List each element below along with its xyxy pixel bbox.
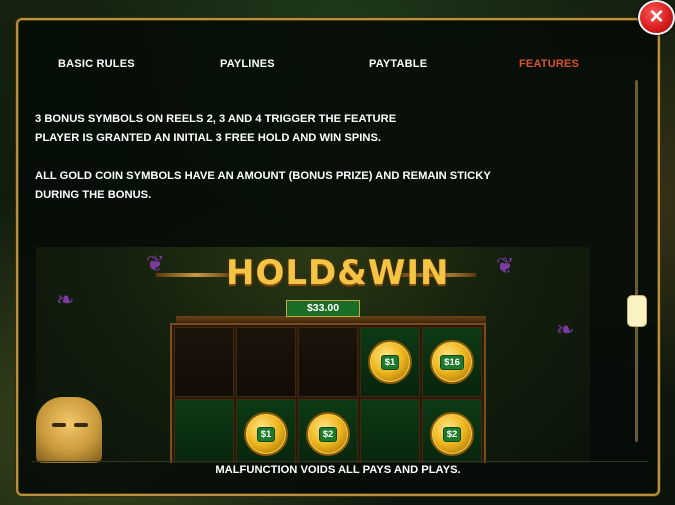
hold-and-win-illustration: ❦ ❦ ❧ ❧ HOLD&WIN $33.00 $1 $16 $1 $2 $2 — [36, 247, 590, 463]
reel-cell — [360, 399, 420, 463]
coin-rule-line: ALL GOLD COIN SYMBOLS HAVE AN AMOUNT (BO… — [35, 170, 491, 182]
reel-cell — [174, 399, 234, 463]
coin-value: $16 — [440, 354, 464, 370]
reel-cell: $16 — [422, 327, 482, 397]
gold-coin-icon: $2 — [430, 412, 474, 456]
coin-value: $1 — [380, 354, 400, 370]
tab-features[interactable]: FEATURES — [519, 58, 579, 70]
gold-coin-icon: $16 — [430, 340, 474, 384]
coin-value: $2 — [442, 426, 462, 442]
vine-decoration: ❦ — [496, 253, 515, 278]
tab-basic-rules[interactable]: BASIC RULES — [58, 58, 135, 70]
scrollbar-track[interactable] — [635, 80, 638, 442]
footer-divider — [32, 461, 648, 462]
rules-modal: BASIC RULES PAYLINES PAYTABLE FEATURES 3… — [16, 18, 660, 496]
feature-trigger-line: 3 BONUS SYMBOLS ON REELS 2, 3 AND 4 TRIG… — [35, 113, 397, 125]
tab-paytable[interactable]: PAYTABLE — [369, 58, 427, 70]
hold-and-win-logo: HOLD&WIN — [226, 253, 450, 293]
vine-decoration: ❧ — [56, 287, 75, 312]
reel-cell — [236, 327, 296, 397]
prize-display: $33.00 — [286, 300, 360, 317]
reel-cell: $1 — [236, 399, 296, 463]
gold-coin-icon: $2 — [306, 412, 350, 456]
vine-decoration: ❧ — [556, 317, 575, 342]
title-bar-left — [156, 273, 236, 277]
reel-cell: $2 — [298, 399, 358, 463]
reel-grid: $1 $16 $1 $2 $2 — [170, 323, 486, 463]
scrollbar-thumb[interactable] — [627, 295, 647, 327]
gold-coin-icon: $1 — [244, 412, 288, 456]
close-button[interactable]: × — [638, 0, 675, 35]
coin-value: $1 — [256, 426, 276, 442]
reel-cell: $2 — [422, 399, 482, 463]
features-text: 3 BONUS SYMBOLS ON REELS 2, 3 AND 4 TRIG… — [35, 110, 595, 205]
rules-tabs: BASIC RULES PAYLINES PAYTABLE FEATURES — [18, 58, 638, 78]
reel-cell: $1 — [360, 327, 420, 397]
close-icon: × — [649, 2, 664, 30]
feature-spins-line: PLAYER IS GRANTED AN INITIAL 3 FREE HOLD… — [35, 132, 382, 144]
gold-coin-icon: $1 — [368, 340, 412, 384]
malfunction-disclaimer: MALFUNCTION VOIDS ALL PAYS AND PLAYS. — [215, 464, 461, 476]
golden-mask-icon — [36, 397, 102, 463]
reel-cell — [174, 327, 234, 397]
coin-value: $2 — [318, 426, 338, 442]
tab-paylines[interactable]: PAYLINES — [220, 58, 275, 70]
reel-cell — [298, 327, 358, 397]
coin-rule-line-cont: DURING THE BONUS. — [35, 189, 152, 201]
